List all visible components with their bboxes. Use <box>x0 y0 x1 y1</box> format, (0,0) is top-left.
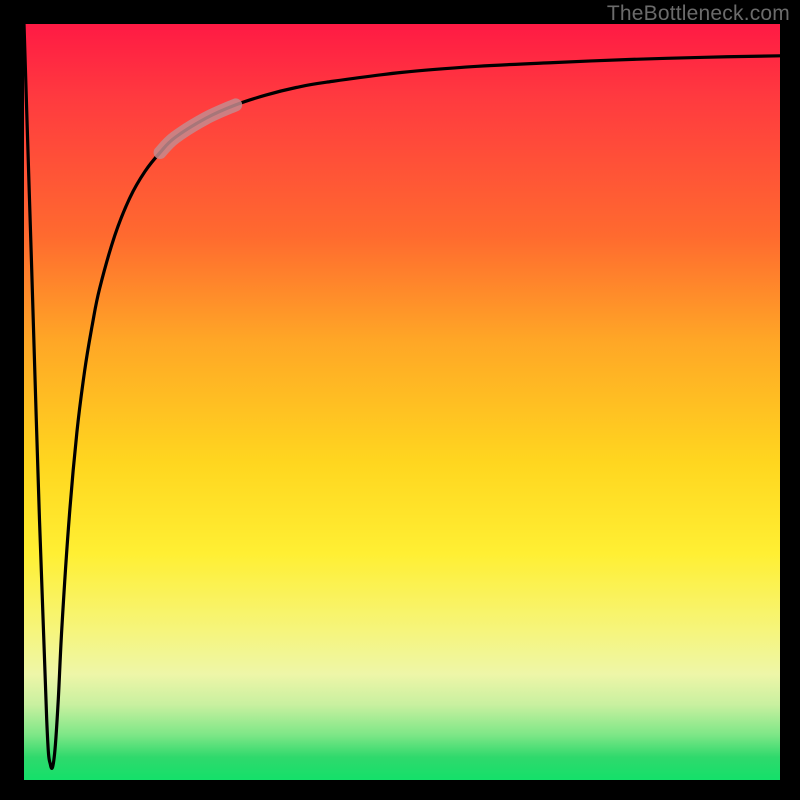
watermark-text: TheBottleneck.com <box>607 2 790 26</box>
chart-frame: TheBottleneck.com <box>0 0 800 800</box>
bottleneck-curve-path <box>24 24 780 768</box>
curve-layer <box>24 24 780 780</box>
highlight-segment-path <box>160 105 236 153</box>
